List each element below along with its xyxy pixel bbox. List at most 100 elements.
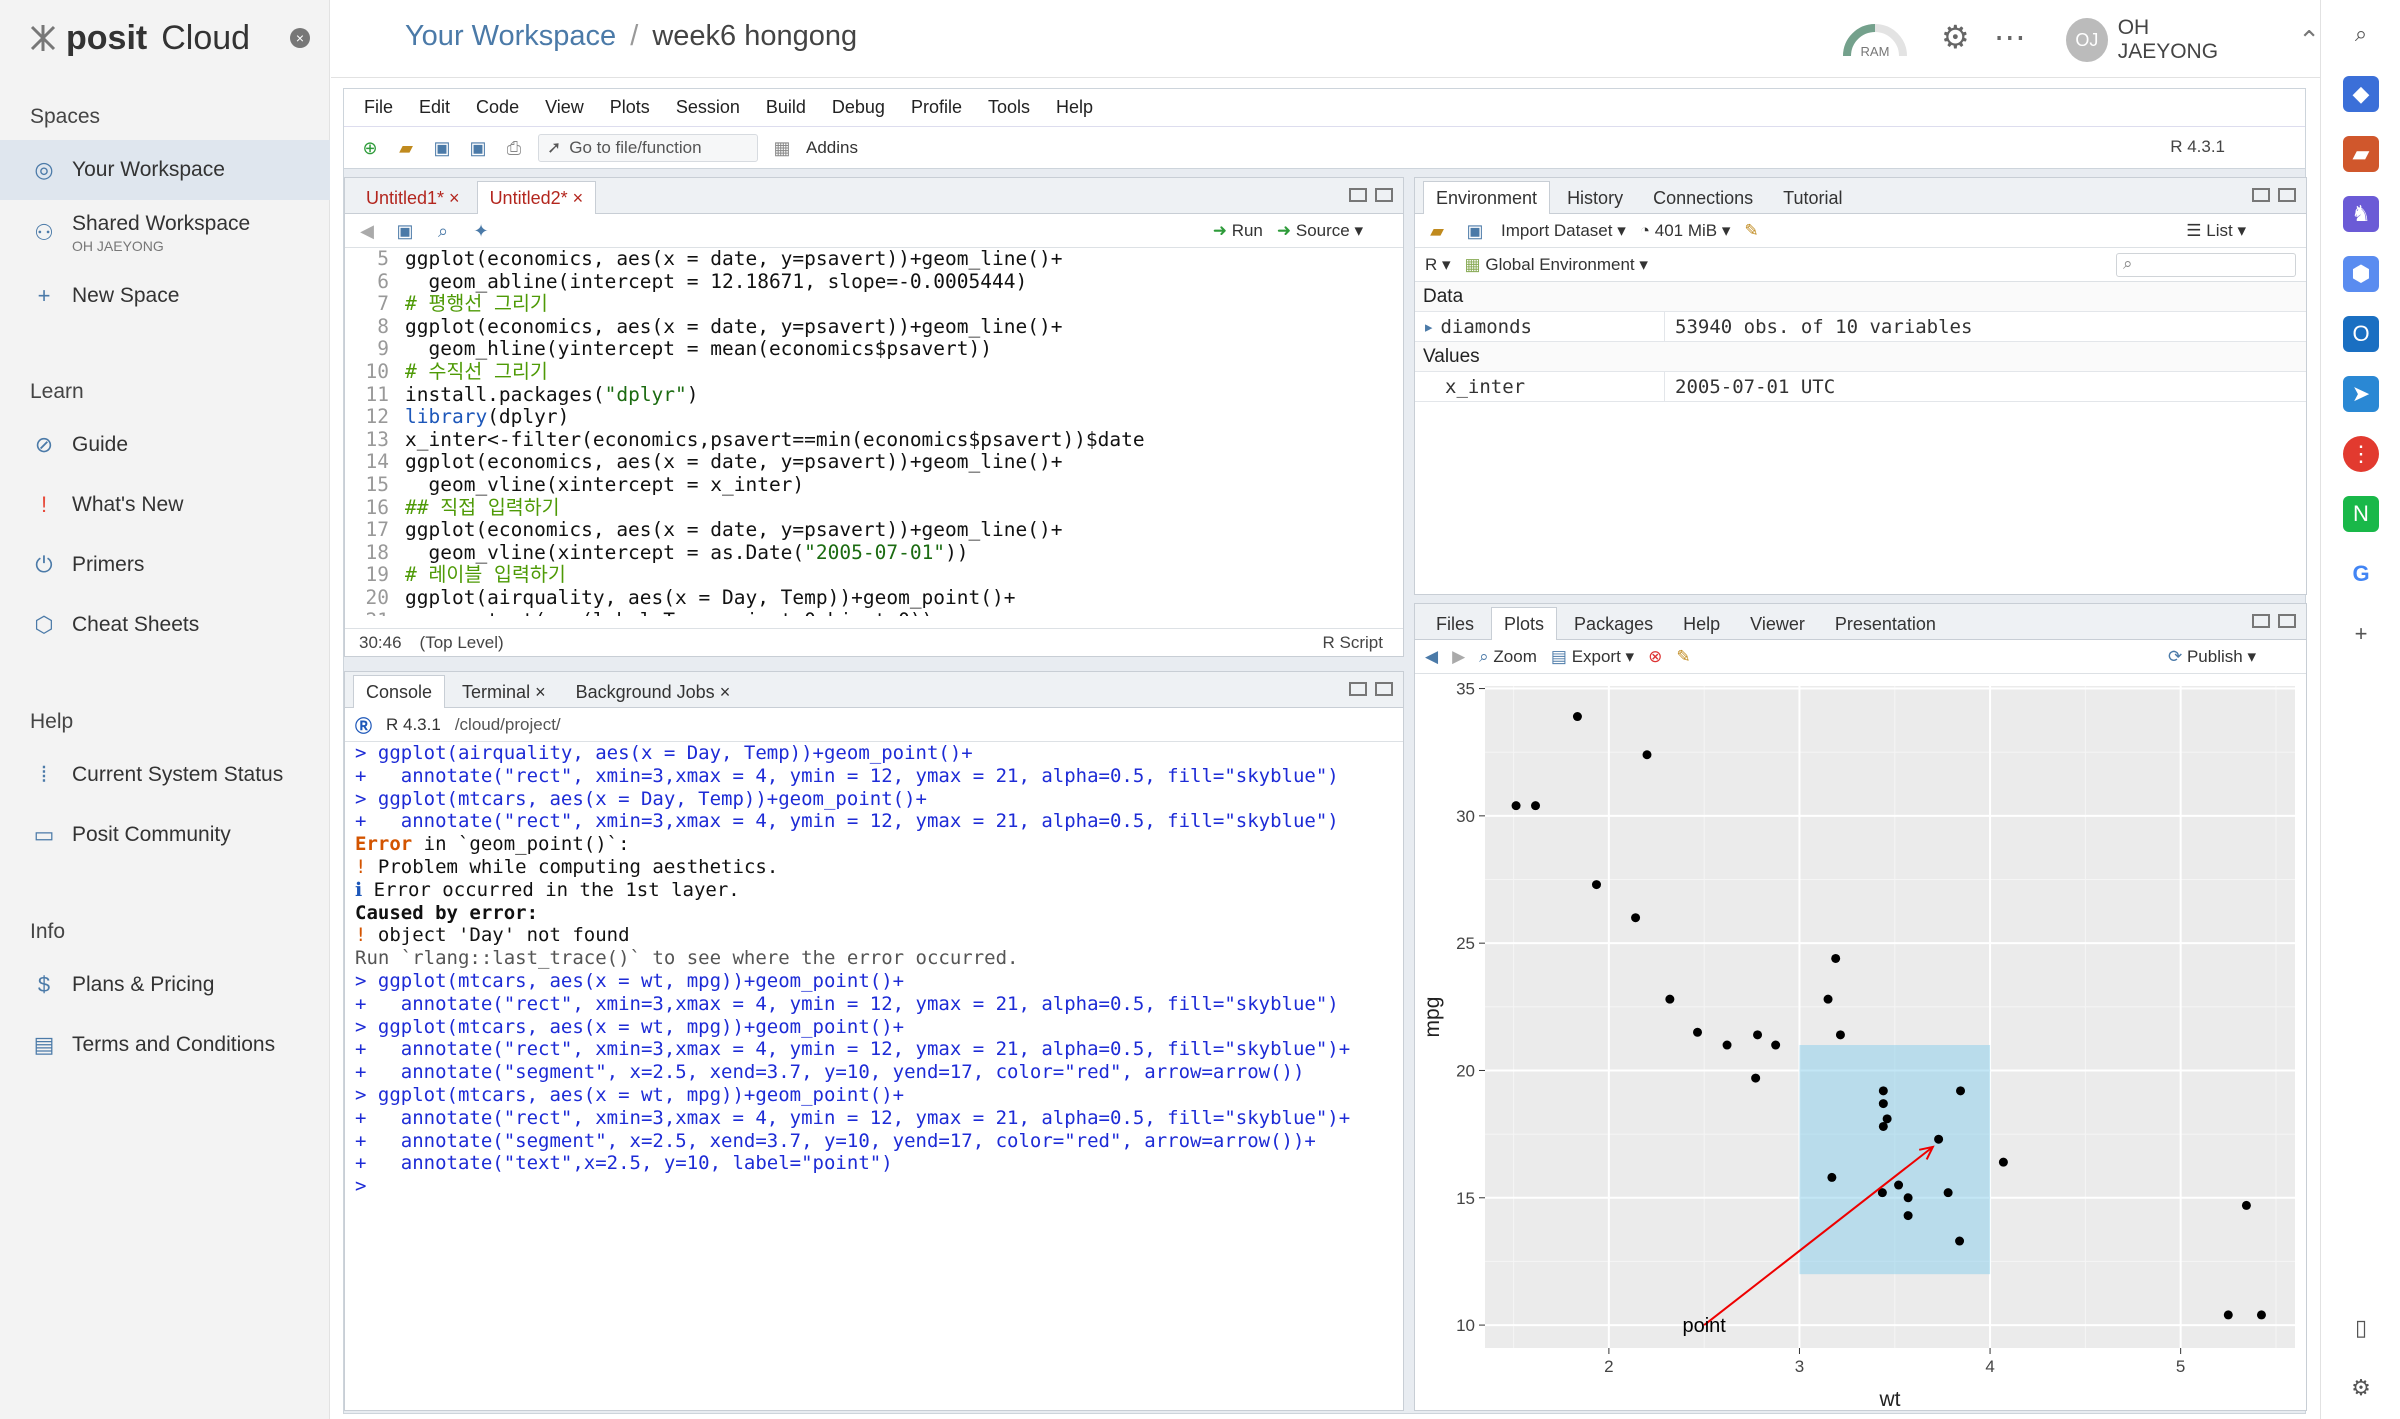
outlook-icon[interactable]: O — [2343, 316, 2379, 352]
tab-terminal[interactable]: Terminal × — [449, 675, 559, 707]
tab-plots[interactable]: Plots — [1491, 607, 1558, 640]
menu-build[interactable]: Build — [766, 97, 806, 118]
broom-icon[interactable]: ✎ — [1676, 647, 1690, 667]
user-menu[interactable]: OJ OH JAEYONG ⌃ — [2066, 16, 2320, 64]
search-icon[interactable]: ⌕ — [2343, 16, 2379, 52]
tab-packages[interactable]: Packages — [1561, 607, 1666, 639]
load-icon[interactable]: ▰ — [1425, 219, 1449, 243]
publish-menu[interactable]: ⟳ Publish ▾ — [2168, 647, 2256, 667]
sidebar-item-cheat-sheets[interactable]: ⬡ Cheat Sheets — [0, 595, 330, 655]
goto-file-input[interactable]: ➚ Go to file/function — [538, 133, 758, 162]
tab-untitled2[interactable]: Untitled2* × — [476, 181, 597, 214]
search-icon[interactable]: ⌕ — [431, 219, 455, 243]
code-line[interactable]: 9 geom_hline(yintercept = mean(economics… — [345, 338, 1385, 361]
back-icon[interactable]: ◀ — [355, 219, 379, 243]
env-data-row[interactable]: ▸ diamonds 53940 obs. of 10 variables — [1415, 312, 2306, 342]
sidebar-item-system-status[interactable]: ⦙ Current System Status — [0, 745, 330, 805]
code-line[interactable]: 21 geom_text(aes(label=Temp, vjust=0,hju… — [345, 609, 1385, 616]
code-line[interactable]: 7 # 평행선 그리기 — [345, 293, 1385, 316]
code-line[interactable]: 18 geom_vline(xintercept = as.Date("2005… — [345, 541, 1385, 565]
code-line[interactable]: 15 geom_vline(xintercept = x_inter) — [345, 473, 1385, 497]
save-icon[interactable]: ▣ — [393, 219, 417, 243]
code-line[interactable]: 19 # 레이블 입력하기 — [345, 564, 1385, 587]
pane-controls[interactable] — [1349, 682, 1393, 696]
code-line[interactable]: 6 geom_abline(intercept = 12.18671, slop… — [345, 270, 1385, 294]
tab-background-jobs[interactable]: Background Jobs × — [563, 675, 744, 707]
sidebar-item-new-space[interactable]: + New Space — [0, 266, 330, 326]
tab-connections[interactable]: Connections — [1640, 181, 1766, 213]
sidebar-item-whats-new[interactable]: ! What's New — [0, 475, 330, 535]
code-line[interactable]: 12 library(dplyr) — [345, 405, 1385, 429]
source-button[interactable]: ➜ Source ▾ — [1277, 221, 1363, 241]
pane-controls[interactable] — [2252, 188, 2296, 202]
next-plot-icon[interactable]: ▶ — [1452, 647, 1465, 667]
zoom-button[interactable]: ⌕ Zoom — [1479, 647, 1537, 667]
console-output[interactable]: > ggplot(airquality, aes(x = Day, Temp))… — [345, 742, 1385, 1212]
language-menu[interactable]: R ▾ — [1425, 255, 1451, 275]
env-value-row[interactable]: x_inter 2005-07-01 UTC — [1415, 372, 2306, 402]
wand-icon[interactable]: ✦ — [469, 219, 493, 243]
code-line[interactable]: 17 ggplot(economics, aes(x = date, y=psav… — [345, 519, 1385, 542]
sidebar-item-your-workspace[interactable]: ◎ Your Workspace — [0, 140, 330, 200]
briefcase-icon[interactable]: ▰ — [2343, 136, 2379, 172]
add-icon[interactable]: + — [2343, 616, 2379, 652]
tab-presentation[interactable]: Presentation — [1822, 607, 1949, 639]
pane-controls[interactable] — [1349, 188, 1393, 202]
menu-debug[interactable]: Debug — [832, 97, 885, 118]
pane-controls[interactable] — [2252, 614, 2296, 628]
menu-profile[interactable]: Profile — [911, 97, 962, 118]
new-file-icon[interactable]: ⊕ — [358, 136, 382, 160]
import-dataset-menu[interactable]: Import Dataset ▾ — [1501, 221, 1626, 241]
tab-viewer[interactable]: Viewer — [1737, 607, 1818, 639]
copilot-icon[interactable]: ⬢ — [2343, 256, 2379, 292]
env-search-input[interactable]: ⌕ — [2116, 252, 2296, 277]
posit-logo[interactable]: posit Cloud — [28, 18, 250, 58]
save-all-icon[interactable]: ▣ — [466, 136, 490, 160]
google-icon[interactable]: G — [2343, 556, 2379, 592]
code-line[interactable]: 11 install.packages("dplyr") — [345, 383, 1385, 407]
prev-plot-icon[interactable]: ◀ — [1425, 647, 1438, 667]
addins-menu[interactable]: Addins — [806, 138, 858, 158]
gear-icon[interactable]: ⚙ — [1941, 18, 1970, 56]
send-icon[interactable]: ➤ — [2343, 376, 2379, 412]
menu-tools[interactable]: Tools — [988, 97, 1030, 118]
file-type[interactable]: R Script — [1323, 633, 1383, 653]
tab-history[interactable]: History — [1554, 181, 1636, 213]
code-line[interactable]: 13 x_inter<-filter(economics,psavert==min… — [345, 428, 1385, 452]
code-line[interactable]: 14 ggplot(economics, aes(x = date, y=psav… — [345, 451, 1385, 474]
print-icon[interactable]: ⎙ — [502, 136, 526, 160]
sidebar-item-primers[interactable]: ⏻ Primers — [0, 535, 330, 595]
settings-icon[interactable]: ⚙ — [2343, 1370, 2379, 1406]
code-line[interactable]: 5 ggplot(economics, aes(x = date, y=psave… — [345, 248, 1385, 271]
record-icon[interactable]: ⋮ — [2343, 436, 2379, 472]
ram-gauge[interactable]: RAM — [1841, 18, 1909, 60]
code-line[interactable]: 16 ## 직접 입력하기 — [345, 496, 1385, 520]
sidebar-item-shared-workspace[interactable]: ⚇ Shared Workspace OH JAEYONG — [0, 200, 330, 266]
chess-icon[interactable]: ♞ — [2343, 196, 2379, 232]
sidebar-item-pricing[interactable]: $ Plans & Pricing — [0, 955, 330, 1015]
naver-icon[interactable]: N — [2343, 496, 2379, 532]
sidebar-item-guide[interactable]: ⊘ Guide — [0, 415, 330, 475]
sidebar-item-terms[interactable]: ▤ Terms and Conditions — [0, 1015, 330, 1075]
code-line[interactable]: 8 ggplot(economics, aes(x = date, y=psave… — [345, 315, 1385, 339]
menu-edit[interactable]: Edit — [419, 97, 450, 118]
sidebar-toggle-icon[interactable]: ▯ — [2343, 1310, 2379, 1346]
broom-icon[interactable]: ✎ — [1744, 221, 1758, 241]
chevron-up-icon[interactable]: ⌃ — [2298, 25, 2320, 56]
tab-console[interactable]: Console — [353, 675, 446, 708]
tab-help[interactable]: Help — [1670, 607, 1733, 639]
expand-icon[interactable]: ▸ — [1423, 316, 1434, 338]
scope-menu[interactable]: ▦ Global Environment ▾ — [1465, 255, 1648, 275]
open-folder-icon[interactable]: ▰ — [394, 136, 418, 160]
view-mode-menu[interactable]: ☰ List ▾ — [2186, 221, 2246, 241]
tab-files[interactable]: Files — [1423, 607, 1487, 639]
menu-plots[interactable]: Plots — [610, 97, 650, 118]
breadcrumb-workspace[interactable]: Your Workspace — [405, 20, 616, 52]
tab-untitled1[interactable]: Untitled1* × — [353, 181, 473, 213]
memory-usage[interactable]: ◔ 401 MiB ▾ — [1640, 221, 1731, 241]
menu-session[interactable]: Session — [676, 97, 740, 118]
save-icon[interactable]: ▣ — [430, 136, 454, 160]
scope-indicator[interactable]: (Top Level) — [420, 633, 504, 653]
save-icon[interactable]: ▣ — [1463, 219, 1487, 243]
more-icon[interactable]: ⋯ — [1994, 18, 2026, 56]
